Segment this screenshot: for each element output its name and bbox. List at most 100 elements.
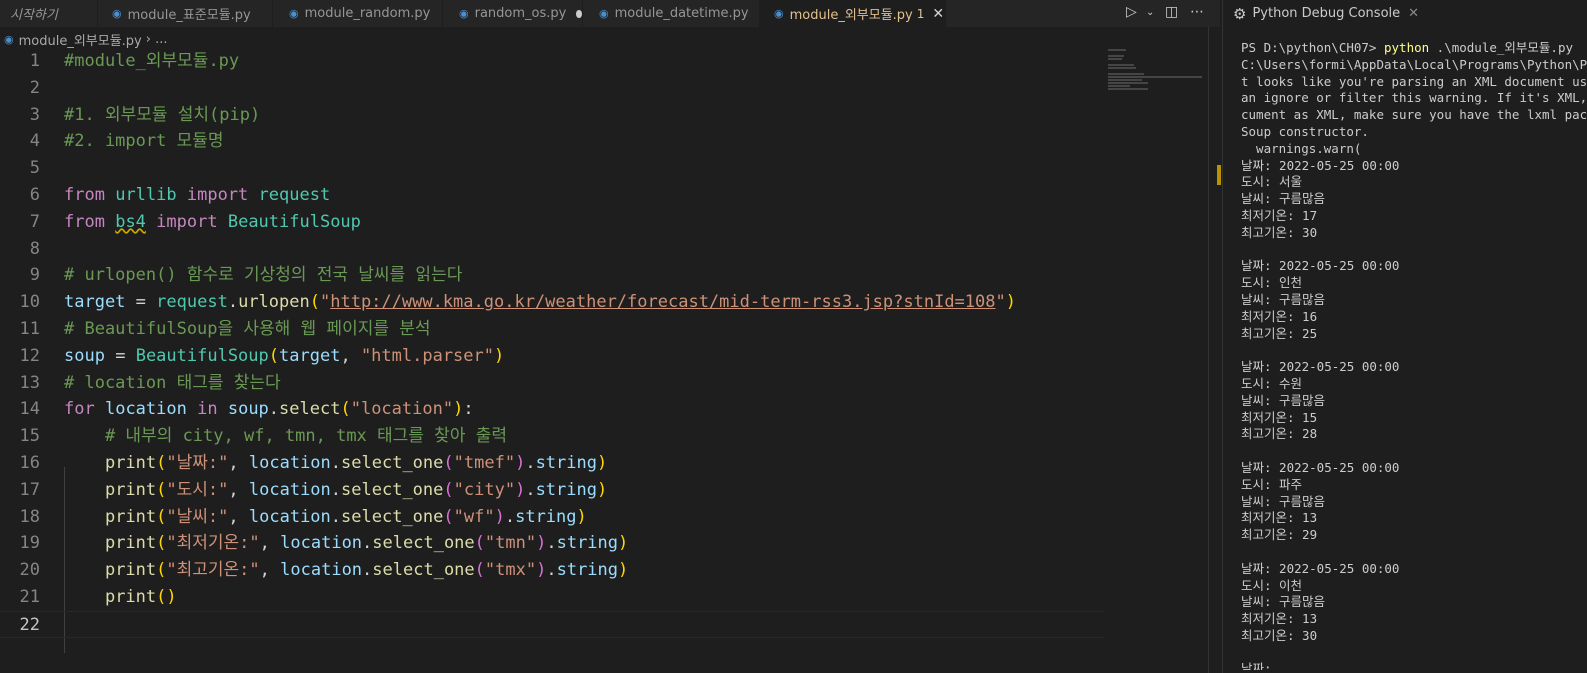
breadcrumb-rest[interactable]: › ... [146, 32, 168, 47]
code-string: "최고기온:" [166, 560, 260, 581]
code-line[interactable]: 22 [0, 610, 1105, 638]
close-icon[interactable]: ✕ [932, 6, 944, 22]
python-file-icon: ◉ [459, 7, 469, 20]
tab-module-external[interactable]: ◉ module_외부모듈.py 1 ✕ [760, 0, 946, 27]
line-number: 9 [29, 265, 40, 286]
code-token: BeautifulSoup [227, 211, 361, 232]
terminal-line: 날씨: 구름많음 [1241, 291, 1326, 307]
code-line[interactable]: 19 print("최저기온:", location.select_one("t… [0, 530, 1105, 557]
code-line[interactable]: 3 #1. 외부모듈 설치(pip) [0, 102, 1105, 129]
minimap[interactable] [1108, 48, 1208, 98]
code-text: soup = BeautifulSoup(target, "html.parse… [64, 343, 504, 370]
code-token: string [535, 452, 597, 473]
code-operator: . [362, 533, 373, 554]
code-token: from [64, 211, 105, 232]
tab-module-standard[interactable]: ◉ module_표준모듈.py [98, 0, 273, 27]
code-line[interactable]: 15 # 내부의 city, wf, tmn, tmx 태그를 찾아 출력 [0, 423, 1105, 450]
terminal-line: 날짜: 2022-05-25 00:00 [1241, 157, 1400, 173]
code-text: #module_외부모듈.py [64, 48, 239, 75]
code-line[interactable]: 18 print("날씨:", location.select_one("wf"… [0, 504, 1105, 531]
code-token: print [104, 479, 157, 500]
code-operator: . [330, 479, 342, 500]
more-actions-icon[interactable]: ⋯ [1190, 4, 1204, 20]
line-number: 17 [19, 479, 40, 500]
python-file-icon: ◉ [4, 32, 14, 46]
code-operator: , [228, 506, 239, 527]
code-url: http://www.kma.go.kr/weather/forecast/mi… [330, 292, 996, 313]
code-operator: . [525, 452, 536, 473]
terminal-line: t looks like you're parsing an XML docum… [1241, 73, 1587, 89]
tab-label: random_os.py [474, 6, 567, 21]
code-operator: , [259, 533, 270, 554]
code-line[interactable]: 12 soup = BeautifulSoup(target, "html.par… [0, 343, 1105, 370]
code-line[interactable]: 2 [0, 75, 1105, 102]
code-line[interactable]: 16 print("날짜:", location.select_one("tme… [0, 450, 1105, 477]
play-icon[interactable]: ▷ [1126, 4, 1137, 20]
tab-python-debug-console[interactable]: ⚙ Python Debug Console ✕ [1223, 0, 1419, 27]
code-operator: , [228, 452, 239, 473]
code-string: "wf" [453, 506, 495, 527]
code-line[interactable]: 20 print("최고기온:", location.select_one("t… [0, 557, 1105, 584]
terminal-line: cument as XML, make sure you have the lx… [1241, 107, 1587, 123]
code-line[interactable]: 4 #2. import 모듈명 [0, 128, 1105, 155]
code-line[interactable]: 11 # BeautifulSoup을 사용해 웹 페이지를 분석 [0, 316, 1105, 343]
line-number: 10 [19, 292, 40, 313]
terminal-line: 최저기온: 15 [1241, 409, 1318, 425]
tab-module-random[interactable]: ◉ module_random.py [273, 0, 443, 27]
code-line[interactable]: 8 [0, 236, 1105, 263]
tab-module-datetime[interactable]: ◉ module_datetime.py [583, 0, 760, 27]
code-comment: # urlopen() 함수로 기상청의 전국 날씨를 읽는다 [64, 265, 463, 286]
code-token: soup [64, 345, 105, 366]
code-token: select_one [372, 533, 475, 554]
code-line[interactable]: 6 from urllib import request [0, 182, 1105, 209]
code-line[interactable]: 14 for location in soup.select("location"… [0, 396, 1105, 423]
editor-scrollbar[interactable] [1208, 27, 1223, 673]
code-token: request [258, 184, 331, 205]
code-comment: #1. 외부모듈 설치(pip) [64, 104, 261, 125]
code-paren: ( [156, 506, 167, 527]
code-line[interactable]: 7 from bs4 import BeautifulSoup [0, 209, 1105, 236]
terminal-output[interactable]: PS D:\python\CH07> python .\module_외부모듈.… [1241, 40, 1587, 670]
tab-start[interactable]: 시작하기 [0, 0, 98, 27]
chevron-down-icon[interactable]: ⌄ [1146, 7, 1154, 18]
code-token: BeautifulSoup [135, 345, 269, 366]
terminal-line: Soup constructor. [1241, 123, 1369, 139]
code-string: "tmef" [453, 452, 516, 473]
terminal-line: 날씨: 구름많음 [1241, 493, 1326, 509]
code-paren: ) [515, 452, 526, 473]
code-text: # location 태그를 찾는다 [64, 370, 281, 397]
code-text: #1. 외부모듈 설치(pip) [64, 102, 260, 129]
breadcrumb-file[interactable]: module_외부모듈.py [19, 30, 142, 49]
code-text: # 내부의 city, wf, tmn, tmx 태그를 찾아 출력 [64, 423, 507, 450]
code-line[interactable]: 5 [0, 155, 1105, 182]
code-comment: #module_외부모듈.py [64, 51, 240, 71]
code-token: string [556, 560, 619, 581]
tab-random-os[interactable]: ◉ random_os.py [443, 0, 583, 27]
panel-title: Python Debug Console [1252, 6, 1401, 21]
split-editor-icon[interactable]: ◫ [1165, 4, 1178, 20]
code-line[interactable]: 10 target = request.urlopen("http://www.k… [0, 289, 1105, 316]
code-paren: ( [156, 452, 167, 473]
code-paren: ) [596, 452, 608, 473]
line-number: 12 [19, 345, 40, 366]
terminal-line: C:\Users\formi\AppData\Local\Programs\Py… [1241, 56, 1587, 72]
code-line[interactable]: 9 # urlopen() 함수로 기상청의 전국 날씨를 읽는다 [0, 262, 1105, 289]
python-file-icon: ◉ [599, 7, 609, 20]
code-line[interactable]: 13 # location 태그를 찾는다 [0, 370, 1105, 397]
code-text: print("최저기온:", location.select_one("tmn"… [64, 530, 628, 557]
terminal-command: python [1384, 40, 1430, 55]
code-text: # BeautifulSoup을 사용해 웹 페이지를 분석 [64, 316, 431, 343]
code-line[interactable]: 21 print() [0, 584, 1105, 611]
code-paren: ) [536, 560, 547, 581]
terminal-line: an ignore or filter this warning. If it'… [1241, 90, 1587, 106]
line-number: 18 [19, 506, 40, 527]
code-paren: ) [515, 479, 526, 500]
code-editor[interactable]: 1 #module_외부모듈.py 2 3 #1. 외부모듈 설치(pip) 4 #2. i… [0, 48, 1105, 673]
code-token: urllib [115, 184, 177, 205]
code-line[interactable]: 17 print("도시:", location.select_one("cit… [0, 477, 1105, 504]
code-line[interactable]: 1 #module_외부모듈.py [0, 48, 1105, 75]
close-icon[interactable]: ✕ [1408, 6, 1419, 21]
terminal-line: 날짜: 2022-05-25 00:00 [1241, 560, 1400, 576]
code-paren: ) [453, 399, 464, 420]
